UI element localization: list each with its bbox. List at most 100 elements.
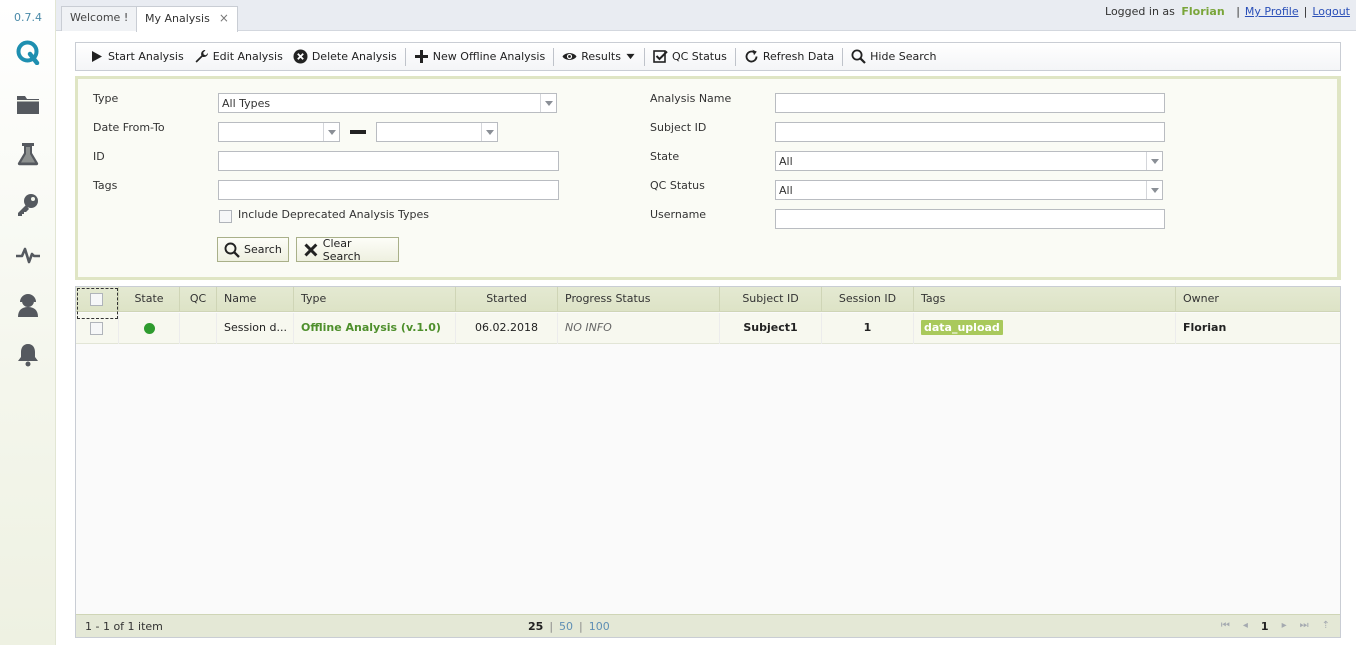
id-label: ID [93, 150, 105, 163]
results-label: Results [581, 50, 621, 63]
username-input[interactable] [775, 209, 1165, 229]
user-support-icon[interactable] [14, 291, 42, 319]
page-size-option[interactable]: 100 [589, 620, 610, 633]
start-analysis-button[interactable]: Start Analysis [84, 46, 189, 68]
edit-analysis-label: Edit Analysis [212, 50, 283, 63]
flask-icon[interactable] [14, 140, 42, 168]
table-row[interactable]: Session d... Offline Analysis (v.1.0) 06… [76, 313, 1340, 344]
qc-status-select[interactable]: All [775, 180, 1163, 200]
page-size-current[interactable]: 25 [528, 620, 543, 633]
state-select-value: All [779, 155, 793, 168]
column-header-name[interactable]: Name [217, 287, 294, 312]
tags-input[interactable] [218, 180, 559, 200]
qc-status-button[interactable]: QC Status [648, 46, 732, 68]
tab-label: My Analysis [145, 12, 210, 25]
toolbar: Start Analysis Edit Analysis Delete Anal… [75, 42, 1341, 71]
tag-badge[interactable]: data_upload [921, 320, 1003, 335]
chevron-down-icon[interactable] [1146, 181, 1162, 199]
search-button[interactable]: Search [217, 237, 289, 262]
tab-welcome[interactable]: Welcome ! [61, 6, 138, 31]
hide-search-button[interactable]: Hide Search [846, 46, 941, 68]
type-select[interactable]: All Types [218, 93, 557, 113]
clear-search-label: Clear Search [322, 236, 361, 263]
page-size-option[interactable]: 50 [559, 620, 573, 633]
prev-page-icon[interactable]: ◂ [1243, 620, 1248, 633]
qc-status-filter-label: QC Status [650, 179, 705, 192]
owner-cell: Florian [1183, 321, 1227, 334]
tab-my-analysis[interactable]: My Analysis × [136, 6, 238, 32]
clear-search-button[interactable]: Clear Search [296, 236, 399, 263]
delete-analysis-label: Delete Analysis [311, 50, 397, 63]
subject-id-cell: Subject1 [720, 313, 822, 344]
page-size-selector: 25 | 50 | 100 [525, 620, 613, 633]
pager-info: 1 - 1 of 1 item [85, 620, 163, 633]
chevron-down-icon[interactable] [323, 123, 339, 141]
results-menu-button[interactable]: Results [557, 46, 641, 68]
scroll-top-icon[interactable]: ⇡ [1322, 620, 1330, 633]
hide-search-label: Hide Search [870, 50, 937, 63]
chevron-down-icon[interactable] [481, 123, 497, 141]
column-header-type[interactable]: Type [294, 287, 456, 312]
name-cell: Session d... [217, 313, 294, 344]
close-icon [304, 243, 318, 256]
key-icon[interactable] [14, 191, 42, 219]
analysis-name-input[interactable] [775, 93, 1165, 113]
username-label: Florian [1181, 5, 1225, 18]
id-input[interactable] [218, 151, 559, 171]
separator: | [1236, 5, 1240, 18]
delete-circle-icon [293, 49, 308, 64]
column-header-owner[interactable]: Owner [1176, 287, 1340, 312]
type-label: Type [93, 92, 119, 105]
progress-status-cell: NO INFO [558, 313, 720, 344]
column-header-tags[interactable]: Tags [914, 287, 1176, 312]
row-checkbox[interactable] [90, 322, 103, 335]
column-header-started[interactable]: Started [456, 287, 558, 312]
logo-q-icon[interactable] [14, 38, 42, 66]
new-offline-analysis-button[interactable]: New Offline Analysis [409, 46, 550, 68]
toolbar-separator [734, 47, 736, 66]
qc-status-select-value: All [779, 184, 793, 197]
toolbar-separator [842, 47, 844, 66]
checkbox-icon [653, 50, 668, 63]
session-id-cell: 1 [822, 313, 914, 344]
chevron-down-icon[interactable] [540, 94, 556, 112]
include-deprecated-checkbox[interactable] [219, 210, 232, 223]
pager-nav: ⏮ ◂ 1 ▸ ⏭ ⇡ [1221, 620, 1330, 633]
column-header-subject-id[interactable]: Subject ID [720, 287, 822, 312]
date-to-field[interactable] [376, 122, 498, 142]
delete-analysis-button[interactable]: Delete Analysis [288, 46, 402, 68]
column-header-session-id[interactable]: Session ID [822, 287, 914, 312]
bell-icon[interactable] [14, 341, 42, 369]
search-icon [224, 242, 240, 258]
state-cell [119, 313, 180, 344]
logout-link[interactable]: Logout [1312, 5, 1350, 18]
logged-in-label: Logged in as [1105, 5, 1175, 18]
heartbeat-icon[interactable] [14, 241, 42, 269]
grid-header: State QC Name Type Started Progress Stat… [76, 287, 1340, 312]
date-from-field[interactable] [218, 122, 340, 142]
close-icon[interactable]: × [219, 11, 229, 25]
folder-icon[interactable] [14, 90, 42, 118]
analysis-grid: State QC Name Type Started Progress Stat… [75, 286, 1341, 638]
sidebar: 0.7.4 [0, 0, 56, 645]
column-header-progress-status[interactable]: Progress Status [558, 287, 720, 312]
play-icon [92, 51, 102, 62]
column-header-qc[interactable]: QC [180, 287, 217, 312]
column-header-state[interactable]: State [119, 287, 180, 312]
search-button-label: Search [244, 243, 282, 256]
state-select[interactable]: All [775, 151, 1163, 171]
subject-id-input[interactable] [775, 122, 1165, 142]
chevron-down-icon[interactable] [1146, 152, 1162, 170]
first-page-icon[interactable]: ⏮ [1221, 620, 1230, 633]
my-profile-link[interactable]: My Profile [1245, 5, 1299, 18]
state-label: State [650, 150, 680, 163]
start-analysis-label: Start Analysis [108, 50, 184, 63]
toolbar-separator [643, 47, 645, 66]
search-panel: Type All Types Date From-To ID Tags Incl… [75, 76, 1341, 280]
next-page-icon[interactable]: ▸ [1282, 620, 1287, 633]
type-link[interactable]: Offline Analysis (v.1.0) [301, 321, 441, 334]
refresh-data-button[interactable]: Refresh Data [739, 46, 839, 68]
last-page-icon[interactable]: ⏭ [1300, 620, 1309, 633]
edit-analysis-button[interactable]: Edit Analysis [189, 46, 288, 68]
refresh-data-label: Refresh Data [762, 50, 835, 63]
